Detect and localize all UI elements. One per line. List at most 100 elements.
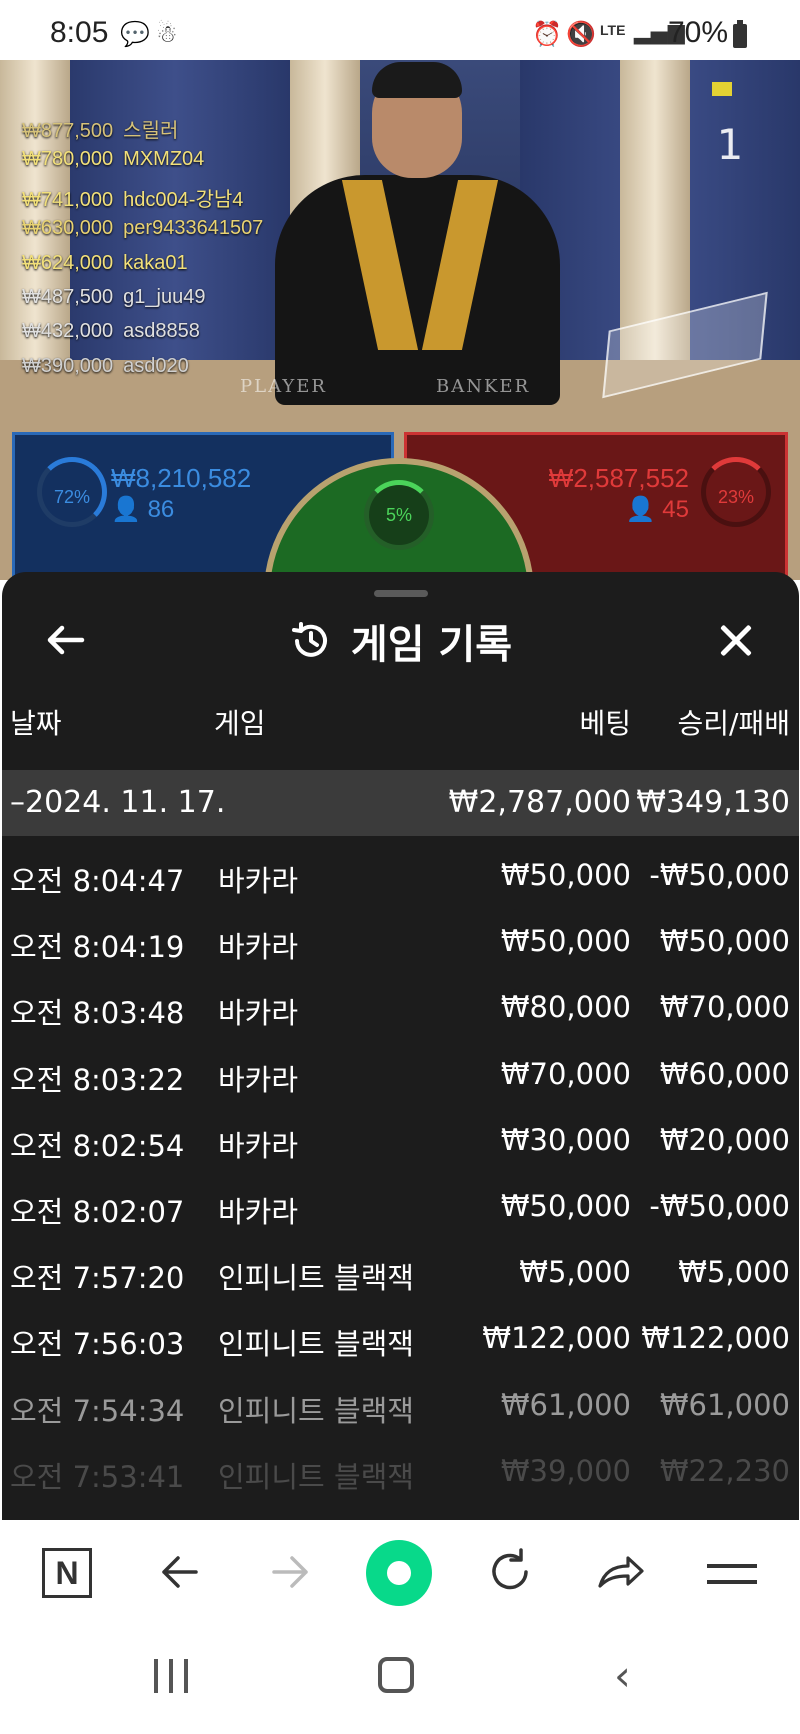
table-header: 날짜 게임 베팅 승리/패배 [2, 702, 799, 742]
row-bet: ₩50,000 [500, 924, 631, 959]
share-button[interactable] [590, 1542, 650, 1602]
history-row[interactable]: 오전 8:04:19 바카라 ₩50,000 ₩50,000 [2, 908, 799, 974]
sheet-title: 게임 기록 [350, 622, 513, 668]
naver-n-icon[interactable]: N [42, 1548, 92, 1598]
row-time: 오전 7:57:20 [10, 1261, 185, 1296]
dealer-hair [372, 62, 462, 98]
row-game: 바카라 [218, 1128, 299, 1163]
group-result-total: ₩349,130 [636, 785, 790, 820]
row-time: 오전 8:02:54 [10, 1128, 185, 1163]
android-nav-bar: ‹ [0, 1624, 800, 1734]
history-row[interactable]: 오전 7:56:03 인피니트 블랙잭 ₩122,000 ₩122,000 [2, 1305, 799, 1371]
menu-icon[interactable] [707, 1564, 757, 1584]
row-time: 오전 8:03:48 [10, 996, 185, 1031]
winner-name: kaka01 [123, 251, 188, 274]
row-game: 바카라 [218, 1062, 299, 1097]
player-count: 👤 86 [111, 495, 174, 524]
player-percent-ring: 72% [37, 457, 107, 527]
row-game: 바카라 [218, 864, 299, 898]
home-green-icon[interactable] [366, 1540, 432, 1606]
history-row[interactable]: 오전 7:53:41 인피니트 블랙잭 ₩39,000 ₩22,230 [2, 1438, 799, 1504]
row-result: ₩5,000 [678, 1255, 790, 1290]
row-time: 오전 8:02:07 [10, 1194, 185, 1229]
lte-icon: LTE [600, 22, 626, 38]
share-icon [598, 1556, 644, 1588]
winner-row: ₩780,000 MXMZ04 [22, 148, 263, 182]
mute-icon: 🔇 [566, 20, 596, 48]
tie-percent-ring: 5% [364, 480, 434, 550]
history-icon [291, 622, 327, 657]
row-bet: ₩70,000 [500, 1056, 631, 1091]
drag-handle[interactable] [374, 590, 428, 597]
row-bet: ₩50,000 [500, 1188, 631, 1223]
row-result: ₩122,000 [641, 1321, 790, 1356]
history-row[interactable]: 오전 8:04:47 바카라 ₩50,000 -₩50,000 [2, 842, 799, 908]
row-result: ₩70,000 [659, 990, 790, 1025]
row-time: 오전 7:53:41 [10, 1459, 185, 1494]
winner-amount: ₩741,000 [22, 188, 114, 211]
browser-back-button[interactable] [150, 1542, 210, 1602]
row-result: ₩60,000 [659, 1056, 790, 1091]
banker-bet-amount: ₩2,587,552 [548, 463, 689, 493]
history-row[interactable]: 오전 8:03:48 바카라 ₩80,000 ₩70,000 [2, 974, 799, 1040]
row-bet: ₩5,000 [519, 1255, 631, 1290]
column-game: 게임 [214, 707, 266, 740]
winner-row: ₩877,500 스릴러 [22, 114, 263, 148]
row-result: ₩50,000 [659, 924, 790, 959]
refresh-icon [492, 1548, 528, 1590]
recent-apps-icon[interactable] [154, 1659, 188, 1693]
home-icon[interactable] [378, 1657, 414, 1693]
winner-row: ₩432,000 asd8858 [22, 320, 263, 354]
winner-name: MXMZ04 [123, 148, 205, 171]
winner-amount: ₩487,500 [22, 285, 114, 308]
row-time: 오전 7:54:34 [10, 1393, 185, 1428]
winner-amount: ₩630,000 [22, 217, 114, 240]
winner-name: 스릴러 [123, 120, 179, 142]
winner-row: ₩390,000 asd020 [22, 355, 263, 389]
history-row[interactable]: 오전 8:03:22 바카라 ₩70,000 ₩60,000 [2, 1041, 799, 1107]
winner-name: asd8858 [123, 320, 200, 343]
row-game: 인피니트 블랙잭 [218, 1459, 414, 1494]
row-time: 오전 8:04:47 [10, 864, 185, 898]
group-date: –2024. 11. 17. [10, 785, 226, 820]
browser-forward-button[interactable] [260, 1542, 320, 1602]
person-icon: 👤 [111, 496, 141, 523]
messenger-icon: 💬 [120, 20, 150, 48]
row-time: 오전 8:04:19 [10, 930, 185, 965]
refresh-button[interactable] [480, 1542, 540, 1602]
back-icon[interactable]: ‹ [614, 1655, 631, 1697]
history-row[interactable]: 오전 8:02:54 바카라 ₩30,000 ₩20,000 [2, 1107, 799, 1173]
banker-percent-ring: 23% [701, 457, 771, 527]
row-game: 인피니트 블랙잭 [218, 1261, 414, 1296]
winner-amount: ₩780,000 [22, 148, 114, 171]
sheet-header: 게임 기록 [2, 612, 799, 668]
winner-amount: ₩432,000 [22, 320, 114, 343]
live-video[interactable]: PLAYER BANKER 1 ₩877,500 스릴러 ₩780,000 MXMZ0… [0, 60, 800, 580]
round-number: 1 [716, 120, 744, 169]
winner-amount: ₩624,000 [22, 251, 114, 274]
history-row[interactable]: 오전 7:57:20 인피니트 블랙잭 ₩5,000 ₩5,000 [2, 1239, 799, 1305]
history-row[interactable]: 오전 7:54:34 인피니트 블랙잭 ₩61,000 ₩61,000 [2, 1372, 799, 1438]
row-bet: ₩80,000 [500, 990, 631, 1025]
winner-name: asd020 [123, 354, 189, 377]
column-result: 승리/패배 [677, 707, 790, 740]
history-row[interactable]: 오전 8:02:07 바카라 ₩50,000 -₩50,000 [2, 1173, 799, 1239]
winner-amount: ₩877,500 [22, 120, 114, 142]
banker-count: 👤 45 [626, 495, 689, 524]
row-bet: ₩61,000 [500, 1387, 631, 1422]
alarm-icon: ⏰ [532, 20, 562, 48]
game-history-sheet: 게임 기록 날짜 게임 베팅 승리/패배 –2024. 11. 17. ₩2,7… [2, 572, 799, 1520]
winners-list: ₩877,500 스릴러 ₩780,000 MXMZ04 ₩741,000 hdc004-… [22, 114, 263, 389]
row-game: 인피니트 블랙잭 [218, 1393, 414, 1428]
forward-arrow-icon [272, 1556, 308, 1588]
dealer-body [275, 175, 560, 405]
battery-percent: 70% [668, 16, 729, 49]
row-game: 바카라 [218, 930, 299, 965]
close-button[interactable] [708, 612, 764, 668]
row-game: 바카라 [218, 1194, 299, 1229]
winner-name: g1_juu49 [123, 285, 206, 308]
row-bet: ₩50,000 [500, 858, 631, 892]
row-time: 오전 8:03:22 [10, 1062, 185, 1097]
row-bet: ₩39,000 [500, 1453, 631, 1488]
date-group-row[interactable]: –2024. 11. 17. ₩2,787,000 ₩349,130 [2, 770, 799, 836]
